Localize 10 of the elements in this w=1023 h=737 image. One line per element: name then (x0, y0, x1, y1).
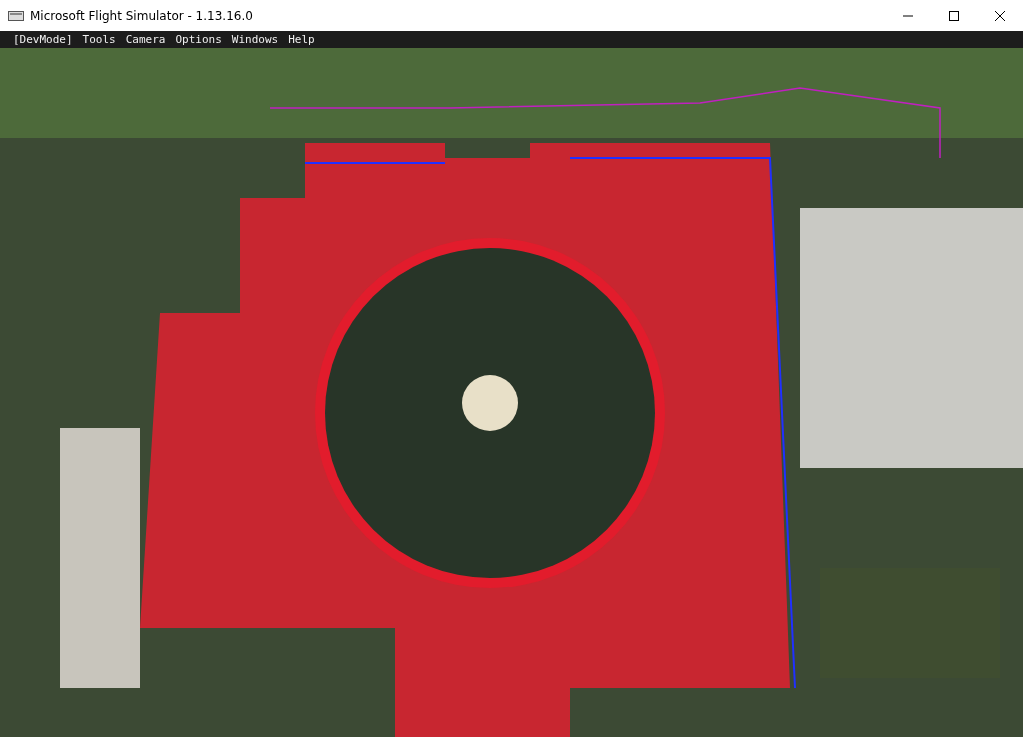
menu-item[interactable]: Help (283, 31, 320, 48)
menu-item[interactable]: Tools (77, 31, 121, 48)
menu-item[interactable]: [DevMode] (8, 31, 78, 48)
menu-item[interactable]: Camera (120, 31, 171, 48)
menu-item[interactable]: Windows (226, 31, 284, 48)
app-icon (8, 9, 24, 22)
window-title: Microsoft Flight Simulator - 1.13.16.0 (30, 8, 254, 23)
maximize-icon (949, 10, 959, 21)
menu-item[interactable]: Options (170, 31, 227, 48)
close-icon (995, 10, 1005, 21)
